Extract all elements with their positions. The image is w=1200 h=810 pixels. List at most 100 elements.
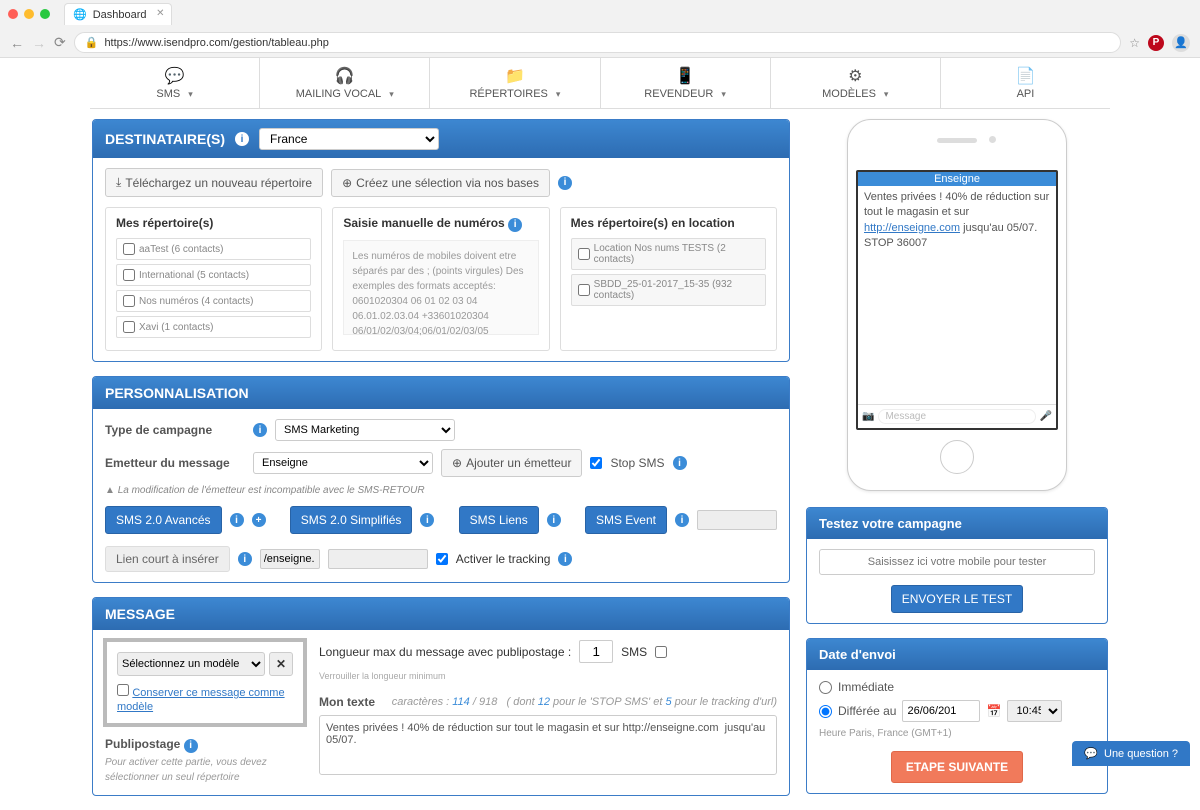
sms-simple-button[interactable]: SMS 2.0 Simplifiés [290,506,413,534]
lock-min-label: Verrouiller la longueur minimum [319,671,446,681]
pinterest-icon[interactable]: P [1148,35,1164,51]
lock-min-checkbox[interactable] [655,646,667,658]
clear-model-button[interactable]: ✕ [269,652,293,676]
info-icon[interactable]: i [675,513,689,527]
checkbox[interactable] [123,321,135,333]
send-test-button[interactable]: ENVOYER LE TEST [891,585,1023,613]
sms-links-button[interactable]: SMS Liens [459,506,539,534]
save-model-checkbox[interactable] [117,684,129,696]
chevron-down-icon: ▾ [884,89,889,100]
char-count: caractères : 114 / 918 ( dont 12 pour le… [392,696,777,708]
forward-icon[interactable]: → [32,35,46,51]
manual-entry-box: Saisie manuelle de numéros i Les numéros… [332,207,549,351]
campaign-type-select[interactable]: SMS Marketing [275,419,455,441]
info-icon[interactable]: i [253,423,267,437]
reload-icon[interactable]: ⟳ [54,34,66,51]
sms-event-button[interactable]: SMS Event [585,506,667,534]
info-icon[interactable]: i [235,132,249,146]
info-icon[interactable]: i [508,218,522,232]
short-link-label: Lien court à insérer [105,546,230,572]
plus-icon: ⊕ [342,176,352,190]
chevron-down-icon: ▾ [389,89,394,100]
gear-icon: ⚙ [771,66,940,86]
warning-icon: ▲ [105,485,115,496]
checkbox[interactable] [123,295,135,307]
list-item[interactable]: SBDD_25-01-2017_15-35 (932 contacts) [571,274,766,306]
tracking-label: Activer le tracking [456,552,551,566]
nav-sms[interactable]: 💬 SMS▾ [90,58,260,108]
back-icon[interactable]: ← [10,35,24,51]
list-item[interactable]: Location Nos nums TESTS (2 contacts) [571,238,766,270]
nav-repertoires[interactable]: 📁 RÉPERTOIRES▾ [430,58,600,108]
checkbox[interactable] [578,248,590,260]
deferred-radio[interactable] [819,705,832,718]
checkbox[interactable] [578,284,590,296]
bookmark-icon[interactable]: ☆ [1129,36,1140,50]
chevron-down-icon: ▾ [721,89,726,100]
send-date-input[interactable] [902,700,980,722]
max-length-input[interactable] [579,640,613,663]
close-icon[interactable]: ✕ [156,8,164,19]
create-selection-button[interactable]: ⊕ Créez une sélection via nos bases [331,169,550,197]
list-item[interactable]: International (5 contacts) [116,264,311,286]
nav-revendeur[interactable]: 📱 REVENDEUR▾ [601,58,771,108]
nav-api[interactable]: 📄 API [941,58,1110,108]
emitter-label: Emetteur du message [105,456,245,470]
list-item[interactable]: Xavi (1 contacts) [116,316,311,338]
add-emitter-button[interactable]: ⊕Ajouter un émetteur [441,449,582,477]
message-textarea[interactable]: Ventes privées ! 40% de réduction sur to… [319,715,777,775]
chevron-down-icon: ▾ [188,89,193,100]
info-icon[interactable]: i [184,739,198,753]
sms-advanced-button[interactable]: SMS 2.0 Avancés [105,506,222,534]
emitter-select[interactable]: Enseigne [253,452,433,474]
list-item[interactable]: Nos numéros (4 contacts) [116,290,311,312]
lock-icon: 🔒 [85,36,99,49]
info-icon[interactable]: i [420,513,434,527]
info-icon[interactable]: i [547,513,561,527]
phone-preview: Enseigne Ventes privées ! 40% de réducti… [847,119,1067,491]
info-icon[interactable]: i [238,552,252,566]
my-repertoires-box: Mes répertoire(s) aaTest (6 contacts) In… [105,207,322,351]
folder-icon: 📁 [430,66,599,86]
stop-sms-checkbox[interactable] [590,457,602,469]
sms-event-input[interactable] [697,510,777,530]
address-bar[interactable]: 🔒 https://www.isendpro.com/gestion/table… [74,32,1122,53]
nav-modeles[interactable]: ⚙ MODÈLES▾ [771,58,941,108]
list-item[interactable]: aaTest (6 contacts) [116,238,311,260]
send-time-select[interactable]: 10:45 [1007,700,1062,722]
next-step-button[interactable]: ETAPE SUIVANTE [891,751,1023,783]
browser-tab[interactable]: 🌐 Dashboard ✕ [64,3,172,25]
calendar-icon[interactable]: 📅 [986,704,1001,718]
plus-icon[interactable]: + [252,513,266,527]
window-traffic-lights[interactable] [8,9,50,19]
nav-mailing-vocal[interactable]: 🎧 MAILING VOCAL▾ [260,58,430,108]
short-link-input-2[interactable] [328,549,428,569]
tracking-checkbox[interactable] [436,553,448,565]
info-icon[interactable]: i [558,176,572,190]
checkbox[interactable] [123,269,135,281]
immediate-radio[interactable] [819,681,832,694]
save-model-link[interactable]: Conserver ce message comme modèle [117,687,285,713]
box-title: Mes répertoire(s) en location [571,216,766,230]
chat-widget[interactable]: 💬 Une question ? [1072,741,1190,766]
phone-sender: Enseigne [858,172,1056,186]
profile-avatar-icon[interactable]: 👤 [1172,34,1190,52]
upload-repertoire-button[interactable]: ⤓ Téléchargez un nouveau répertoire [105,168,323,197]
browser-chrome: 🌐 Dashboard ✕ ← → ⟳ 🔒 https://www.isendp… [0,0,1200,58]
panel-title: Testez votre campagne [819,516,962,531]
phone-message-body: Ventes privées ! 40% de réduction sur to… [858,186,1056,256]
short-link-input[interactable] [260,549,320,569]
info-icon[interactable]: i [673,456,687,470]
emitter-warning: La modification de l'émetteur est incomp… [118,485,425,496]
model-widget: Sélectionnez un modèle ✕ Conserver ce me… [103,638,307,727]
country-select[interactable]: France [259,128,439,150]
checkbox[interactable] [123,243,135,255]
stop-sms-label: Stop SMS [610,456,664,470]
info-icon[interactable]: i [558,552,572,566]
test-mobile-input[interactable] [819,549,1095,575]
chat-icon: 💬 [90,66,259,86]
download-icon: ⤓ [116,175,121,190]
location-repertoires-box: Mes répertoire(s) en location Location N… [560,207,777,351]
info-icon[interactable]: i [230,513,244,527]
model-select[interactable]: Sélectionnez un modèle [117,652,265,676]
